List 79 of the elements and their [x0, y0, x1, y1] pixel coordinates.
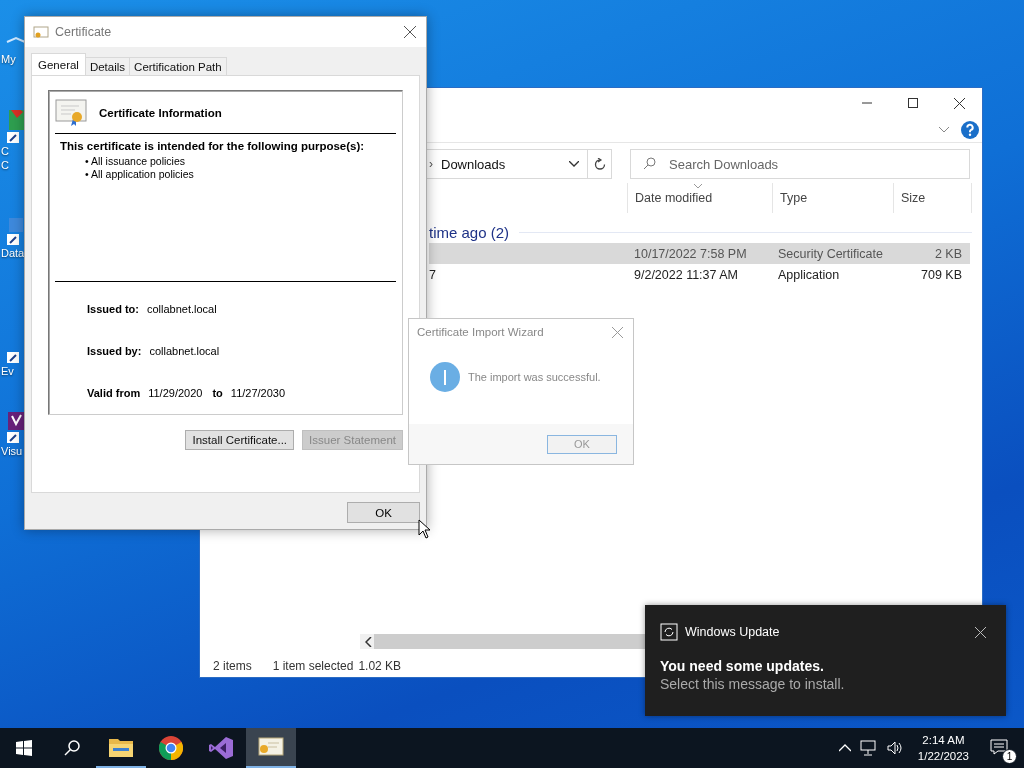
dialog-title: Certificate Import Wizard [417, 326, 544, 338]
breadcrumb-folder[interactable]: Downloads [441, 156, 506, 172]
network-icon[interactable] [859, 740, 878, 756]
date-cell-text: 9/2/2022 11:37 AM [634, 267, 740, 282]
purpose-heading: This certificate is intended for the following purpose(s): [60, 140, 366, 152]
scroll-left-icon[interactable] [365, 636, 372, 647]
field-label: Issued by: [87, 345, 142, 357]
window-title: Certificate [55, 25, 112, 39]
desktop-icon-label: C [1, 144, 9, 158]
visual-studio-icon [209, 736, 233, 760]
desktop-icon-label: Ev [1, 364, 14, 378]
notification-title: You need some updates. [660, 658, 825, 674]
update-icon [660, 623, 678, 641]
size-cell-text: 2 KB [933, 246, 962, 261]
field-label: Valid from [87, 387, 141, 399]
refresh-icon [593, 158, 606, 170]
column-header[interactable]: Type [772, 183, 893, 213]
field-label: to [212, 387, 223, 399]
search-icon [643, 157, 656, 170]
notification-count-badge: 1 [1002, 748, 1017, 764]
expand-ribbon-icon[interactable] [939, 127, 949, 133]
field-value: collabnet.local [149, 345, 220, 357]
clock-date: 1/22/2023 [917, 749, 969, 764]
column-header[interactable]: Date modified [627, 183, 772, 213]
desktop-icon-label: C [1, 158, 9, 172]
file-name: 7 [429, 267, 437, 282]
mouse-pointer-icon [418, 519, 431, 539]
search-field[interactable]: Search Downloads [630, 149, 970, 179]
breadcrumb-separator: › [429, 157, 433, 171]
section-heading: Certificate Information [99, 107, 222, 119]
help-icon[interactable] [961, 121, 979, 139]
dialog-message: The import was successful. [468, 371, 601, 383]
sort-caret-icon [694, 184, 702, 188]
folder-icon [109, 737, 133, 757]
show-hidden-icons-icon[interactable] [838, 744, 851, 752]
volume-icon[interactable] [886, 741, 903, 755]
date-cell-text: 10/17/2022 7:58 PM [634, 246, 748, 261]
purpose-item: • All application policies [85, 168, 195, 181]
certificate-icon [33, 25, 49, 39]
action-center-icon[interactable] [990, 738, 1008, 755]
field-value: 11/27/2030 [230, 387, 286, 399]
dialog-button[interactable]: Install Certificate... [185, 430, 295, 450]
taskbar-app-button[interactable] [246, 728, 296, 768]
close-icon [953, 97, 965, 109]
field-value: collabnet.local [146, 303, 217, 315]
selection-size: 1.02 KB [358, 659, 402, 673]
clock[interactable]: 2:14 AM 1/22/2023 [917, 732, 969, 764]
tab[interactable]: General [31, 53, 86, 75]
ok-button[interactable]: OK [347, 502, 420, 523]
desktop-icon-label: Visu [1, 444, 23, 458]
purpose-item: • All issuance policies [85, 155, 186, 168]
certificate-icon [55, 99, 89, 127]
desktop-icon-label: Data [1, 246, 25, 260]
tab[interactable]: Certification Path [129, 57, 227, 75]
maximize-icon [908, 98, 918, 108]
close-icon[interactable] [975, 626, 986, 638]
desktop-icon-label: My [1, 52, 16, 66]
type-cell-text: Security Certificate [778, 246, 884, 261]
selection-status: 1 item selected [272, 659, 354, 673]
info-icon [430, 362, 460, 392]
notification-app-name: Windows Update [685, 625, 781, 639]
group-header[interactable]: time ago (2) [429, 223, 510, 241]
item-count: 2 items [213, 659, 252, 673]
dropdown-chevron-icon[interactable] [569, 161, 579, 167]
column-header[interactable]: Size [893, 183, 972, 213]
windows-logo-icon [16, 740, 32, 756]
notification-toast[interactable]: Windows Update You need some updates. Select this message to install. [645, 605, 1006, 716]
browser-icon [159, 736, 183, 760]
field-label: Issued to: [87, 303, 139, 315]
file-row[interactable]: 10/17/2022 7:58 PM Security Certificate 2 KB [429, 243, 970, 264]
file-row[interactable]: 7 9/2/2022 11:37 AM Application 709 KB [429, 264, 970, 285]
search-icon [64, 740, 80, 756]
close-icon[interactable] [404, 26, 416, 38]
field-value: 11/29/2020 [148, 387, 203, 399]
notification-message: Select this message to install. [660, 676, 846, 692]
certificate-icon [258, 737, 284, 757]
size-cell-text: 709 KB [920, 267, 962, 282]
clock-time: 2:14 AM [922, 733, 965, 748]
type-cell-text: Application [778, 267, 841, 282]
